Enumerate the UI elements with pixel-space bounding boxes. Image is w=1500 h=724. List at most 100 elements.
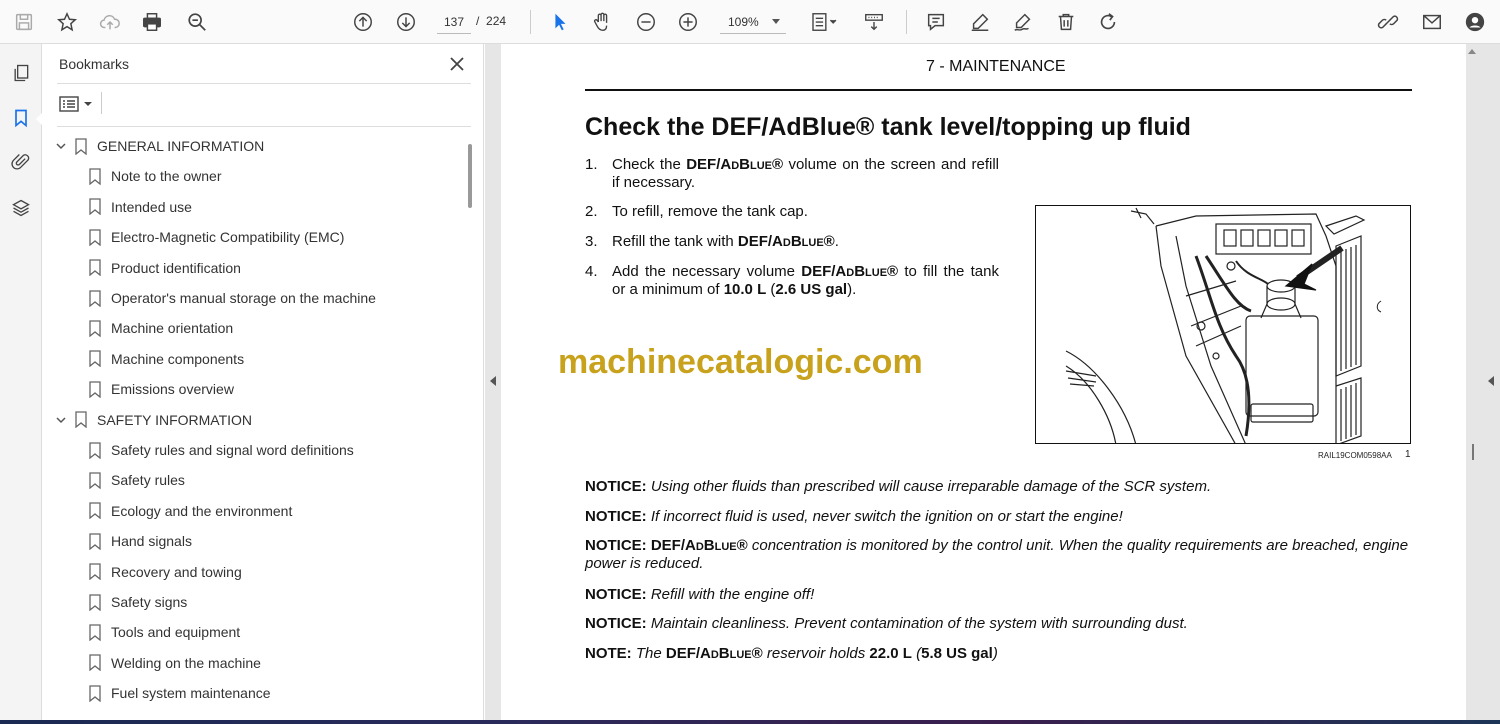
bookmark-label: Operator's manual storage on the machine — [111, 290, 376, 306]
next-page-icon[interactable] — [392, 8, 420, 36]
bookmark-item[interactable]: Tools and equipment — [89, 617, 240, 647]
bookmark-flag-icon — [89, 593, 101, 611]
bookmark-item[interactable]: Fuel system maintenance — [89, 678, 271, 708]
zoom-level-select[interactable]: 109% — [720, 10, 786, 34]
text-run: DEF/AdBlue® — [650, 537, 748, 554]
bookmark-label: Tools and equipment — [111, 624, 241, 641]
select-cursor-icon[interactable] — [546, 8, 574, 36]
delete-icon[interactable] — [1052, 8, 1080, 36]
share-link-icon[interactable] — [1374, 8, 1402, 36]
email-icon[interactable] — [1418, 8, 1446, 36]
print-icon[interactable] — [138, 8, 166, 36]
scroll-up-icon[interactable] — [1468, 49, 1476, 54]
page-number-input[interactable]: 137 — [437, 10, 471, 34]
text-run: NOTICE: — [585, 586, 647, 603]
step-number: 4. — [585, 263, 598, 280]
prev-page-icon[interactable] — [349, 8, 377, 36]
expand-right-panel-icon[interactable] — [1488, 376, 1494, 386]
bookmark-item[interactable]: Safety rules — [89, 465, 185, 495]
bookmark-item[interactable]: Intended use — [89, 192, 192, 222]
bookmark-item[interactable]: Ecology and the environment — [89, 496, 292, 526]
bookmark-section[interactable]: GENERAL INFORMATION — [55, 131, 264, 161]
sign-icon[interactable] — [1009, 8, 1037, 36]
chevron-down-icon[interactable] — [55, 414, 67, 426]
bookmark-flag-icon — [89, 381, 101, 398]
bookmark-item[interactable]: Operator's manual storage on the machine — [89, 283, 376, 313]
zoom-level-value: 109% — [728, 14, 759, 29]
rotate-icon[interactable] — [1094, 8, 1122, 36]
bookmark-options-button[interactable] — [59, 94, 95, 114]
panel-title: Bookmarks — [59, 56, 130, 72]
bookmark-flag-icon — [89, 289, 101, 307]
text-run: DEF/AdBlue® — [801, 263, 899, 280]
bookmark-section[interactable]: SAFETY INFORMATION — [55, 405, 252, 435]
highlight-pen-icon[interactable] — [966, 8, 994, 36]
zoom-out-icon[interactable] — [632, 8, 660, 36]
panel-scrollbar[interactable] — [468, 144, 472, 208]
bookmark-label: Intended use — [111, 198, 192, 215]
text-run: . — [834, 233, 839, 250]
bookmark-item[interactable]: Electro-Magnetic Compatibility (EMC) — [89, 222, 344, 252]
bookmark-label: Safety signs — [111, 594, 188, 610]
bookmark-label: Fuel system maintenance — [111, 685, 271, 702]
bookmark-item[interactable]: Safety rules and signal word definitions — [89, 435, 354, 465]
divider — [57, 83, 471, 84]
text-run: Refill with the engine off! — [646, 586, 815, 603]
save-icon[interactable] — [10, 8, 38, 36]
bookmark-item[interactable]: Note to the owner — [89, 161, 222, 191]
figure-number: 1 — [1405, 449, 1411, 460]
toolbar-divider — [530, 10, 531, 34]
step-number: 3. — [585, 233, 598, 250]
zoom-search-icon[interactable] — [183, 8, 211, 36]
fit-page-icon[interactable] — [806, 8, 842, 36]
notice-paragraph: NOTE: The DEF/AdBlue® reservoir holds 22… — [585, 645, 1415, 663]
text-run: 10.0 L — [723, 281, 767, 298]
bookmark-flag-icon — [89, 502, 101, 520]
attachment-icon[interactable] — [8, 149, 34, 175]
layers-icon[interactable] — [8, 195, 34, 221]
bookmark-icon[interactable] — [8, 105, 34, 131]
bookmark-label: Recovery and towing — [111, 563, 242, 580]
bookmark-flag-icon — [89, 259, 101, 277]
close-icon[interactable] — [446, 53, 468, 75]
text-run: ( — [911, 645, 922, 662]
bookmark-label: Hand signals — [111, 533, 192, 550]
step-text: Refill the tank with DEF/AdBlue®. — [612, 233, 999, 251]
chevron-down-icon — [772, 19, 780, 24]
bookmark-item[interactable]: Emissions overview — [89, 374, 234, 404]
text-run: Check the — [612, 156, 687, 173]
comment-icon[interactable] — [922, 8, 950, 36]
bookmark-item[interactable]: Safety signs — [89, 587, 187, 617]
bookmark-item[interactable]: Machine components — [89, 344, 244, 374]
bookmarks-panel: Bookmarks GENERAL INFORMATION Note to the… — [43, 44, 484, 720]
bookmark-item[interactable]: Welding on the machine — [89, 648, 261, 678]
collapse-panel-icon[interactable] — [490, 376, 496, 386]
hand-tool-icon[interactable] — [588, 8, 616, 36]
text-run: DEF/AdBlue® — [665, 645, 763, 662]
notice-paragraph: NOTICE: DEF/AdBlue® concentration is mon… — [585, 537, 1415, 573]
bookmark-flag-icon — [89, 654, 101, 672]
text-run: NOTICE: — [585, 615, 647, 632]
scroll-mode-icon[interactable] — [860, 8, 888, 36]
bookmark-flag-icon — [89, 685, 101, 702]
account-icon[interactable] — [1461, 8, 1489, 36]
bookmark-label: Safety rules — [111, 472, 185, 489]
text-run: The — [631, 645, 666, 662]
zoom-in-icon[interactable] — [674, 8, 702, 36]
navigation-rail — [0, 44, 42, 720]
bookmark-item[interactable]: Product identification — [89, 253, 241, 283]
document-scrollbar[interactable] — [1472, 444, 1474, 460]
chevron-down-icon[interactable] — [55, 140, 67, 152]
bookmark-flag-icon — [89, 563, 101, 581]
section-heading: Check the DEF/AdBlue® tank level/topping… — [585, 113, 1191, 141]
upload-cloud-icon[interactable] — [96, 8, 124, 36]
notice-paragraph: NOTICE: Using other fluids than prescrib… — [585, 478, 1415, 496]
star-icon[interactable] — [53, 8, 81, 36]
bookmark-item[interactable]: Machine orientation — [89, 313, 233, 343]
toolbar-divider — [906, 10, 907, 34]
bookmark-item[interactable]: Hand signals — [89, 526, 192, 556]
pages-icon[interactable] — [8, 60, 34, 86]
text-run: Add the necessary volume — [612, 263, 802, 280]
taskbar-strip — [0, 720, 1500, 724]
bookmark-item[interactable]: Recovery and towing — [89, 557, 242, 587]
